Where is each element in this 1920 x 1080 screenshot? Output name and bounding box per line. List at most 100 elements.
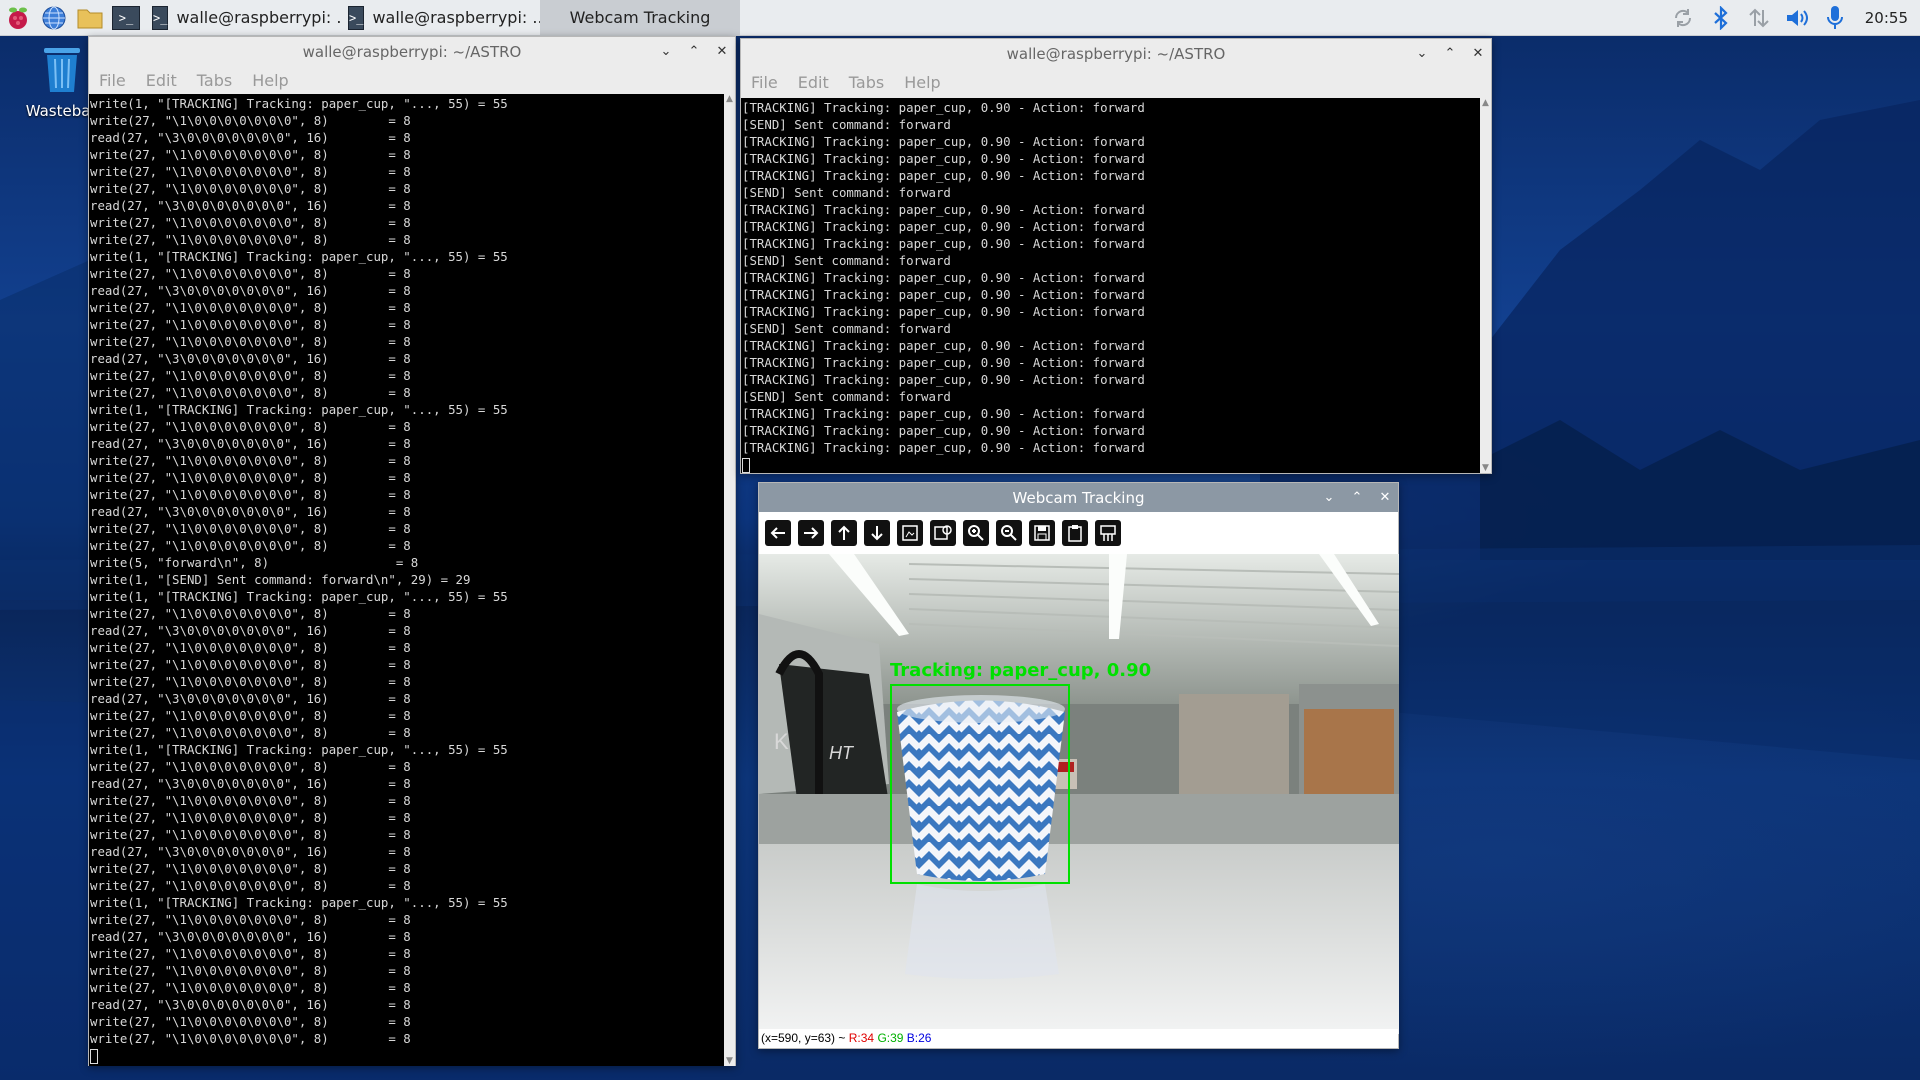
close-button[interactable]: ✕ [1378,490,1392,505]
cursor-coordinates: (x=590, y=63) ~ [761,1031,846,1045]
minimize-button[interactable]: ⌄ [1415,46,1429,61]
microphone-icon[interactable] [1823,6,1847,30]
terminal-line: [SEND] Sent command: forward [742,185,951,200]
terminal-line: write(27, "\1\0\0\0\0\0\0\0", 8) = 8 [90,912,411,927]
zoom-fit-button[interactable] [897,520,923,546]
menu-help[interactable]: Help [252,71,288,90]
raspberry-menu-button[interactable] [0,0,36,36]
terminal-scrollbar[interactable]: ▲ ▼ [724,94,735,1066]
scroll-down-icon[interactable]: ▼ [724,1056,735,1066]
file-manager-launcher[interactable] [72,0,108,36]
terminal-scrollbar[interactable]: ▲ ▼ [1480,98,1491,473]
window-titlebar[interactable]: walle@raspberrypi: ~/ASTRO ⌄ ⌃ ✕ [741,39,1491,68]
webcam-frame: K HT [759,554,1399,1034]
terminal-line: [TRACKING] Tracking: paper_cup, 0.90 - A… [742,134,1145,149]
menu-edit[interactable]: Edit [798,73,829,92]
terminal-line: [SEND] Sent command: forward [742,321,951,336]
terminal-line: [TRACKING] Tracking: paper_cup, 0.90 - A… [742,202,1145,217]
scroll-up-icon[interactable]: ▲ [1480,98,1491,108]
window-titlebar[interactable]: walle@raspberrypi: ~/ASTRO ⌄ ⌃ ✕ [89,37,735,66]
terminal-line: [TRACKING] Tracking: paper_cup, 0.90 - A… [742,440,1145,455]
svg-text:HT: HT [829,743,855,763]
menu-tabs[interactable]: Tabs [849,73,884,92]
terminal-line: write(27, "\1\0\0\0\0\0\0\0", 8) = 8 [90,215,411,230]
maximize-button[interactable]: ⌃ [1350,490,1364,505]
window-titlebar[interactable]: Webcam Tracking ⌄ ⌃ ✕ [759,483,1398,512]
chevron-down-icon: ⌄ [1416,46,1428,61]
terminal-line: write(27, "\1\0\0\0\0\0\0\0", 8) = 8 [90,521,411,536]
detection-label: Tracking: paper_cup, 0.90 [890,660,1152,681]
terminal-line: write(27, "\1\0\0\0\0\0\0\0", 8) = 8 [90,861,411,876]
terminal-line: [TRACKING] Tracking: paper_cup, 0.90 - A… [742,100,1145,115]
maximize-button[interactable]: ⌃ [687,44,701,59]
bluetooth-icon[interactable] [1709,6,1733,30]
copy-button[interactable] [1062,520,1088,546]
terminal-line: write(27, "\1\0\0\0\0\0\0\0", 8) = 8 [90,419,411,434]
taskbar-clock[interactable]: 20:55 [1865,9,1908,27]
zoom-in-button[interactable] [963,520,989,546]
chevron-up-icon: ⌃ [1444,46,1456,61]
zoom-fit-icon [902,525,918,541]
terminal-line: [TRACKING] Tracking: paper_cup, 0.90 - A… [742,406,1145,421]
terminal-line: write(27, "\1\0\0\0\0\0\0\0", 8) = 8 [90,334,411,349]
terminal-output[interactable]: [TRACKING] Tracking: paper_cup, 0.90 - A… [741,98,1480,473]
image-toolbar [759,512,1398,554]
pan-left-button[interactable] [765,520,791,546]
taskbar-task-terminal-2[interactable]: >_ walle@raspberrypi: ... [340,0,540,36]
terminal-line: write(27, "\1\0\0\0\0\0\0\0", 8) = 8 [90,232,411,247]
close-icon: ✕ [716,44,728,59]
pan-up-button[interactable] [831,520,857,546]
terminal-line: read(27, "\3\0\0\0\0\0\0\0", 16) = 8 [90,436,411,451]
maximize-button[interactable]: ⌃ [1443,46,1457,61]
volume-icon[interactable] [1785,6,1809,30]
minimize-button[interactable]: ⌄ [659,44,673,59]
zoom-original-icon [934,525,952,540]
terminal-line: [TRACKING] Tracking: paper_cup, 0.90 - A… [742,338,1145,353]
scroll-down-icon[interactable]: ▼ [1480,463,1491,473]
sync-icon[interactable] [1671,6,1695,30]
chevron-up-icon: ⌃ [688,44,700,59]
menu-help[interactable]: Help [904,73,940,92]
webcam-window[interactable]: Webcam Tracking ⌄ ⌃ ✕ K HT Tracking: pap… [758,482,1399,1049]
zoom-original-button[interactable] [930,520,956,546]
properties-button[interactable] [1095,520,1121,546]
web-browser-launcher[interactable] [36,0,72,36]
terminal-line: write(1, "[TRACKING] Tracking: paper_cup… [90,96,508,111]
menu-edit[interactable]: Edit [146,71,177,90]
folder-icon [77,9,103,28]
pan-down-button[interactable] [864,520,890,546]
pan-right-button[interactable] [798,520,824,546]
zoom-out-button[interactable] [996,520,1022,546]
close-button[interactable]: ✕ [1471,46,1485,61]
network-icon[interactable] [1747,6,1771,30]
terminal-line: write(27, "\1\0\0\0\0\0\0\0", 8) = 8 [90,300,411,315]
terminal-line: [TRACKING] Tracking: paper_cup, 0.90 - A… [742,355,1145,370]
terminal-launcher[interactable]: >_ [108,0,144,36]
terminal-line: write(27, "\1\0\0\0\0\0\0\0", 8) = 8 [90,368,411,383]
save-button[interactable] [1029,520,1055,546]
terminal-line: write(27, "\1\0\0\0\0\0\0\0", 8) = 8 [90,759,411,774]
terminal-line: write(27, "\1\0\0\0\0\0\0\0", 8) = 8 [90,810,411,825]
menu-file[interactable]: File [751,73,778,92]
terminal-line: [TRACKING] Tracking: paper_cup, 0.90 - A… [742,151,1145,166]
terminal-line: write(27, "\1\0\0\0\0\0\0\0", 8) = 8 [90,317,411,332]
terminal-line: read(27, "\3\0\0\0\0\0\0\0", 16) = 8 [90,691,411,706]
menu-file[interactable]: File [99,71,126,90]
terminal-output[interactable]: write(1, "[TRACKING] Tracking: paper_cup… [89,94,724,1066]
pan-right-icon [804,527,819,539]
minimize-button[interactable]: ⌄ [1322,490,1336,505]
terminal-line: write(1, "[TRACKING] Tracking: paper_cup… [90,895,508,910]
taskbar-task-terminal-1[interactable]: >_ walle@raspberrypi: ... [144,0,340,36]
terminal-line: write(27, "\1\0\0\0\0\0\0\0", 8) = 8 [90,640,411,655]
terminal-line: write(27, "\1\0\0\0\0\0\0\0", 8) = 8 [90,946,411,961]
terminal-window-left[interactable]: walle@raspberrypi: ~/ASTRO ⌄ ⌃ ✕ File Ed… [88,36,736,1066]
terminal-window-right[interactable]: walle@raspberrypi: ~/ASTRO ⌄ ⌃ ✕ File Ed… [740,38,1492,474]
taskbar-task-webcam[interactable]: Webcam Tracking [540,0,740,36]
close-button[interactable]: ✕ [715,44,729,59]
terminal-line: read(27, "\3\0\0\0\0\0\0\0", 16) = 8 [90,844,411,859]
webcam-feed[interactable]: K HT Tracking: paper_cup, 0.90 [759,554,1399,1034]
menu-tabs[interactable]: Tabs [197,71,232,90]
terminal-line: read(27, "\3\0\0\0\0\0\0\0", 16) = 8 [90,929,411,944]
scroll-up-icon[interactable]: ▲ [724,94,735,104]
terminal-line: write(27, "\1\0\0\0\0\0\0\0", 8) = 8 [90,385,411,400]
